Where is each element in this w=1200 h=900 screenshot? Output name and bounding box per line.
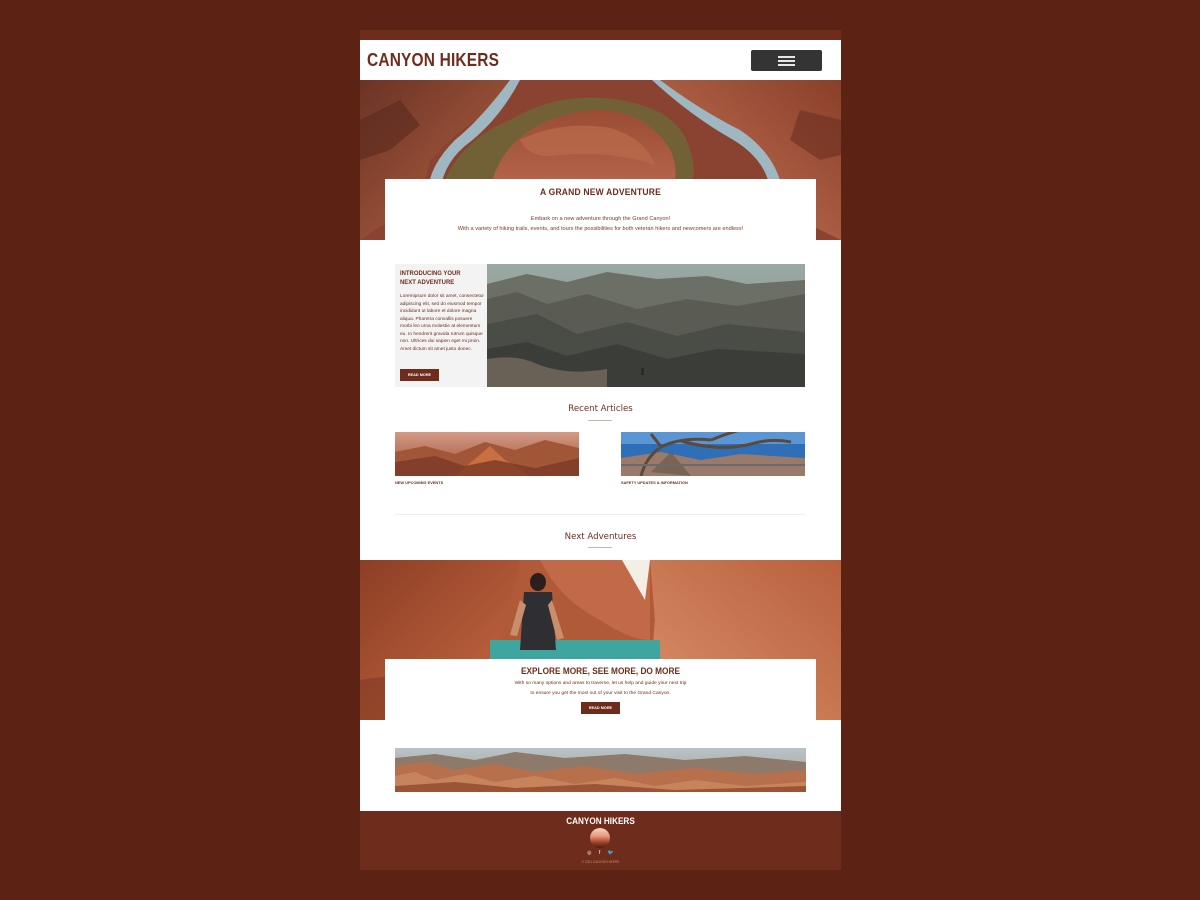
article-card[interactable]: SAFETY UPDATES & INFORMATION xyxy=(621,432,805,485)
panorama-canyon-image xyxy=(395,748,806,792)
adventure-card: EXPLORE MORE, SEE MORE, DO MORE With so … xyxy=(385,659,816,725)
website-page: CANYON HIKERS A GRAND NEW ADVENTURE Emba… xyxy=(360,30,841,870)
adventure-text-line-2: to ensure you get the most out of your v… xyxy=(530,690,671,696)
intro-section: INTRODUCING YOUR NEXT ADVENTURE Loremips… xyxy=(395,264,805,387)
footer-logo-icon xyxy=(590,828,610,848)
adventure-read-more-button[interactable]: READ MORE xyxy=(581,702,620,714)
hero-title: A GRAND NEW ADVENTURE xyxy=(540,187,661,198)
article-caption-events[interactable]: NEW UPCOMING EVENTS xyxy=(395,480,579,485)
intro-body-text: Loremipsum dolor sit amet, consectetur a… xyxy=(400,294,484,352)
intro-title-line-1: INTRODUCING YOUR xyxy=(400,270,461,277)
adventure-card-title: EXPLORE MORE, SEE MORE, DO MORE xyxy=(521,666,680,676)
recent-articles-underline xyxy=(588,420,612,421)
hero-text-line-1: Embark on a new adventure through the Gr… xyxy=(530,216,671,222)
next-adventures-underline xyxy=(588,547,612,548)
article-caption-safety[interactable]: SAFETY UPDATES & INFORMATION xyxy=(621,480,805,485)
section-divider xyxy=(395,514,805,515)
site-footer: CANYON HIKERS ◎ f 🐦 © 2021 CANYON HIKERS xyxy=(360,811,841,870)
brand-logo-text[interactable]: CANYON HIKERS xyxy=(367,50,499,71)
top-bar xyxy=(360,30,841,40)
social-links: ◎ f 🐦 xyxy=(360,850,841,856)
recent-articles-title: Recent Articles xyxy=(568,404,633,414)
copyright-text: © 2021 CANYON HIKERS xyxy=(581,860,620,864)
intro-title-line-2: NEXT ADVENTURE xyxy=(400,279,455,286)
intro-read-more-button[interactable]: READ MORE xyxy=(400,369,439,381)
menu-toggle-button[interactable] xyxy=(751,50,822,71)
intro-canyon-image xyxy=(487,264,805,387)
intro-text-block: INTRODUCING YOUR NEXT ADVENTURE Loremips… xyxy=(400,269,485,353)
article-thumbnail-events[interactable] xyxy=(395,432,579,476)
twitter-icon[interactable]: 🐦 xyxy=(608,850,614,856)
article-thumbnail-safety[interactable] xyxy=(621,432,805,476)
hero-card: A GRAND NEW ADVENTURE Embark on a new ad… xyxy=(385,179,816,241)
hamburger-menu-icon xyxy=(778,56,795,66)
instagram-icon[interactable]: ◎ xyxy=(587,850,591,856)
site-header: CANYON HIKERS xyxy=(360,40,841,80)
article-card[interactable]: NEW UPCOMING EVENTS xyxy=(395,432,579,485)
next-adventures-title: Next Adventures xyxy=(564,532,637,542)
facebook-icon[interactable]: f xyxy=(599,850,600,856)
footer-brand[interactable]: CANYON HIKERS xyxy=(394,816,808,827)
adventure-text-line-1: With so many options and areas to traver… xyxy=(514,681,687,686)
hero-text-line-2: With a variety of hiking trails, events,… xyxy=(457,226,744,232)
